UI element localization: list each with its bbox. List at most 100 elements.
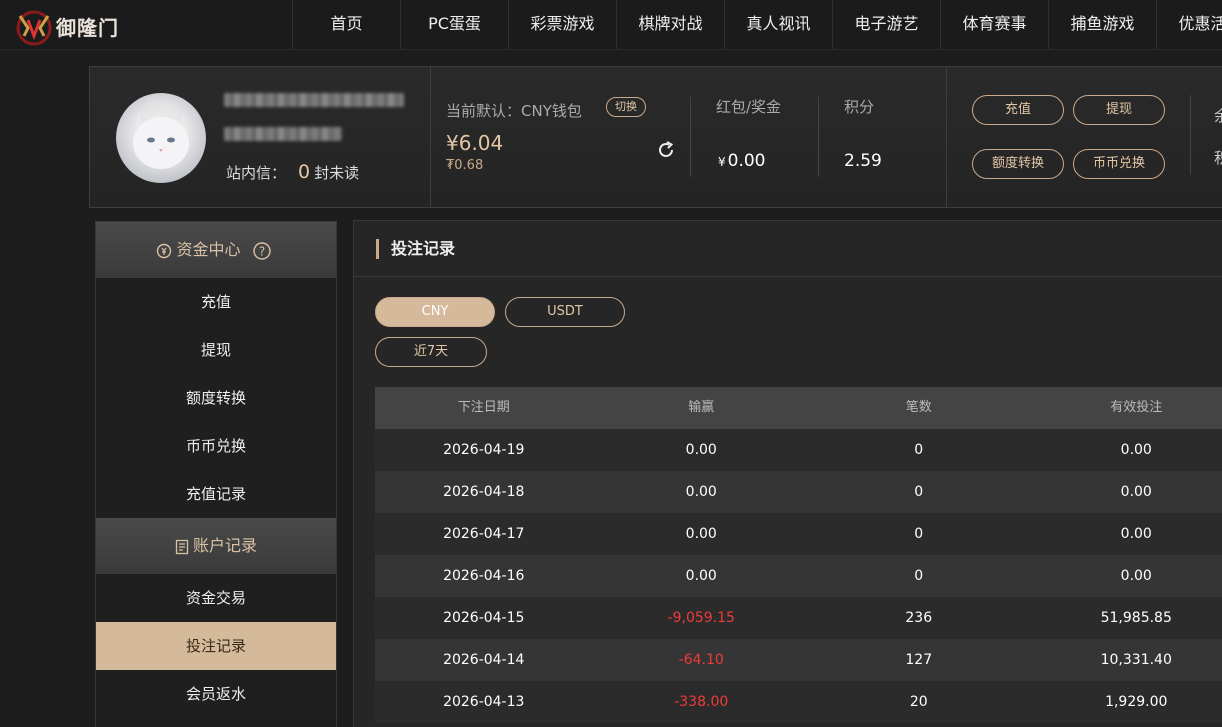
deposit-button[interactable]: 充值: [972, 95, 1064, 125]
nav-promotions[interactable]: 优惠活动: [1156, 0, 1222, 50]
help-icon[interactable]: ?: [252, 241, 272, 261]
cell-date: 2026-04-19: [443, 442, 525, 458]
date-range-filter[interactable]: 近7天: [375, 337, 487, 367]
table-row: 2026-04-19 0.00 0 0.00: [375, 429, 1222, 471]
cell-winloss: -64.10: [678, 652, 724, 668]
masked-user-level: [224, 127, 342, 141]
sidebar-section-records: 账户记录: [96, 518, 336, 574]
nav-fishing[interactable]: 捕鱼游戏: [1048, 0, 1156, 50]
panel-header: 投注记录: [354, 221, 1222, 277]
account-sidebar: 资金中心 ? 充值 提现 额度转换 币币兑换 充值记录 账户记录 资金交易 投注…: [95, 221, 337, 727]
col-header-count: 笔数: [905, 400, 932, 415]
bonus-value: ¥0.00: [718, 151, 766, 171]
stat-divider: [1190, 95, 1191, 175]
cell-winloss: 0.00: [685, 442, 717, 458]
cell-count: 236: [905, 610, 933, 626]
nav-lottery[interactable]: 彩票游戏: [508, 0, 616, 50]
cell-valid-bet: 0.00: [1120, 526, 1152, 542]
cell-date: 2026-04-17: [443, 526, 525, 542]
wallet-usdt-balance: ₮0.68: [446, 158, 484, 173]
main-nav: 首页 PC蛋蛋 彩票游戏 棋牌对战 真人视讯 电子游艺 体育赛事 捕鱼游戏 优惠…: [292, 0, 1222, 50]
col-header-date: 下注日期: [457, 400, 510, 415]
page-title: 投注记录: [376, 239, 455, 259]
top-navbar: 御隆门 首页 PC蛋蛋 彩票游戏 棋牌对战 真人视讯 电子游艺 体育赛事 捕鱼游…: [0, 0, 1222, 50]
logo-emblem-icon: [16, 10, 52, 46]
nav-sports[interactable]: 体育赛事: [940, 0, 1048, 50]
user-info-panel: 站内信： 0 封未读 当前默认：CNY钱包 切换 ¥6.04 ₮0.68 红包/奖金…: [89, 66, 1222, 208]
table-row: 2026-04-18 0.00 0 0.00: [375, 471, 1222, 513]
bonus-label: 红包/奖金: [716, 98, 782, 116]
cell-date: 2026-04-14: [443, 652, 525, 668]
sidebar-item-exchange[interactable]: 币币兑换: [96, 422, 336, 470]
bet-records-table: 下注日期 输赢 笔数 有效投注 2026-04-19 0.00 0 0.00 2…: [375, 387, 1222, 723]
sidebar-section-records-title: 账户记录: [192, 536, 257, 555]
clipped-label-balance: 余: [1214, 107, 1222, 125]
inbox-status[interactable]: 站内信： 0 封未读: [226, 161, 359, 183]
nav-chess-cards[interactable]: 棋牌对战: [616, 0, 724, 50]
cell-valid-bet: 0.00: [1120, 568, 1152, 584]
svg-text:?: ?: [258, 244, 264, 258]
nav-live-casino[interactable]: 真人视讯: [724, 0, 832, 50]
cell-count: 127: [905, 652, 933, 668]
transfer-button[interactable]: 额度转换: [972, 149, 1064, 179]
sidebar-item-transactions[interactable]: 资金交易: [96, 574, 336, 622]
withdraw-button[interactable]: 提现: [1073, 95, 1165, 125]
clipped-label-points: 积: [1214, 149, 1222, 167]
cell-valid-bet: 10,331.40: [1100, 652, 1172, 668]
nav-home[interactable]: 首页: [292, 0, 400, 50]
inbox-label: 站内信：: [226, 164, 287, 182]
points-label: 积分: [844, 98, 875, 116]
nav-slots[interactable]: 电子游艺: [832, 0, 940, 50]
sidebar-item-deposit-history[interactable]: 充值记录: [96, 470, 336, 518]
nav-pc-dandan[interactable]: PC蛋蛋: [400, 0, 508, 50]
logo-text: 御隆门: [56, 15, 119, 40]
bonus-amount: 0.00: [727, 151, 766, 171]
cell-count: 0: [914, 568, 924, 584]
record-icon: [175, 539, 189, 554]
exchange-button[interactable]: 币币兑换: [1073, 149, 1165, 179]
masked-username: [224, 93, 404, 107]
cell-count: 0: [914, 526, 924, 542]
stat-divider: [818, 97, 819, 177]
table-row: 2026-04-17 0.00 0 0.00: [375, 513, 1222, 555]
col-header-valid-bet: 有效投注: [1110, 400, 1163, 415]
cell-winloss: 0.00: [685, 484, 717, 500]
cat-avatar-icon: [133, 113, 189, 169]
sidebar-item-bet-records[interactable]: 投注记录: [96, 622, 336, 670]
switch-wallet-button[interactable]: 切换: [606, 97, 646, 117]
cell-winloss: -9,059.15: [667, 610, 735, 626]
cell-date: 2026-04-13: [443, 694, 525, 710]
table-header: 下注日期 输赢 笔数 有效投注: [375, 387, 1222, 429]
points-value: 2.59: [844, 151, 882, 171]
stat-divider: [690, 97, 691, 177]
table-row: 2026-04-14 -64.10 127 10,331.40: [375, 639, 1222, 681]
table-row: 2026-04-13 -338.00 20 1,929.00: [375, 681, 1222, 723]
bonus-currency: ¥: [718, 155, 726, 169]
cell-valid-bet: 0.00: [1120, 484, 1152, 500]
wallet-balance: ¥6.04: [446, 131, 504, 155]
panel-divider: [430, 67, 431, 207]
sidebar-section-funds-title: 资金中心: [176, 240, 241, 259]
refresh-icon[interactable]: [656, 140, 676, 160]
cell-count: 20: [909, 694, 928, 710]
cell-winloss: 0.00: [685, 526, 717, 542]
currency-tab-usdt[interactable]: USDT: [505, 297, 625, 327]
cell-valid-bet: 51,985.85: [1100, 610, 1172, 626]
sidebar-item-rebate[interactable]: 会员返水: [96, 670, 336, 718]
table-row: 2026-04-15 -9,059.15 236 51,985.85: [375, 597, 1222, 639]
currency-tab-cny[interactable]: CNY: [375, 297, 495, 327]
cell-winloss: 0.00: [685, 568, 717, 584]
cell-date: 2026-04-18: [443, 484, 525, 500]
sidebar-section-funds: 资金中心 ?: [96, 222, 336, 278]
inbox-suffix: 封未读: [314, 164, 360, 182]
sidebar-item-withdraw[interactable]: 提现: [96, 326, 336, 374]
unread-count: 0: [298, 161, 311, 183]
bet-records-panel: 投注记录 CNY USDT 近7天 下注日期 输赢 笔数 有效投注 2026-0…: [353, 220, 1222, 727]
default-wallet-label: 当前默认：CNY钱包: [446, 102, 582, 120]
panel-divider: [946, 67, 947, 207]
site-logo[interactable]: 御隆门: [14, 6, 119, 46]
sidebar-item-deposit[interactable]: 充值: [96, 278, 336, 326]
avatar[interactable]: [116, 93, 206, 183]
sidebar-item-transfer[interactable]: 额度转换: [96, 374, 336, 422]
cell-valid-bet: 0.00: [1120, 442, 1152, 458]
